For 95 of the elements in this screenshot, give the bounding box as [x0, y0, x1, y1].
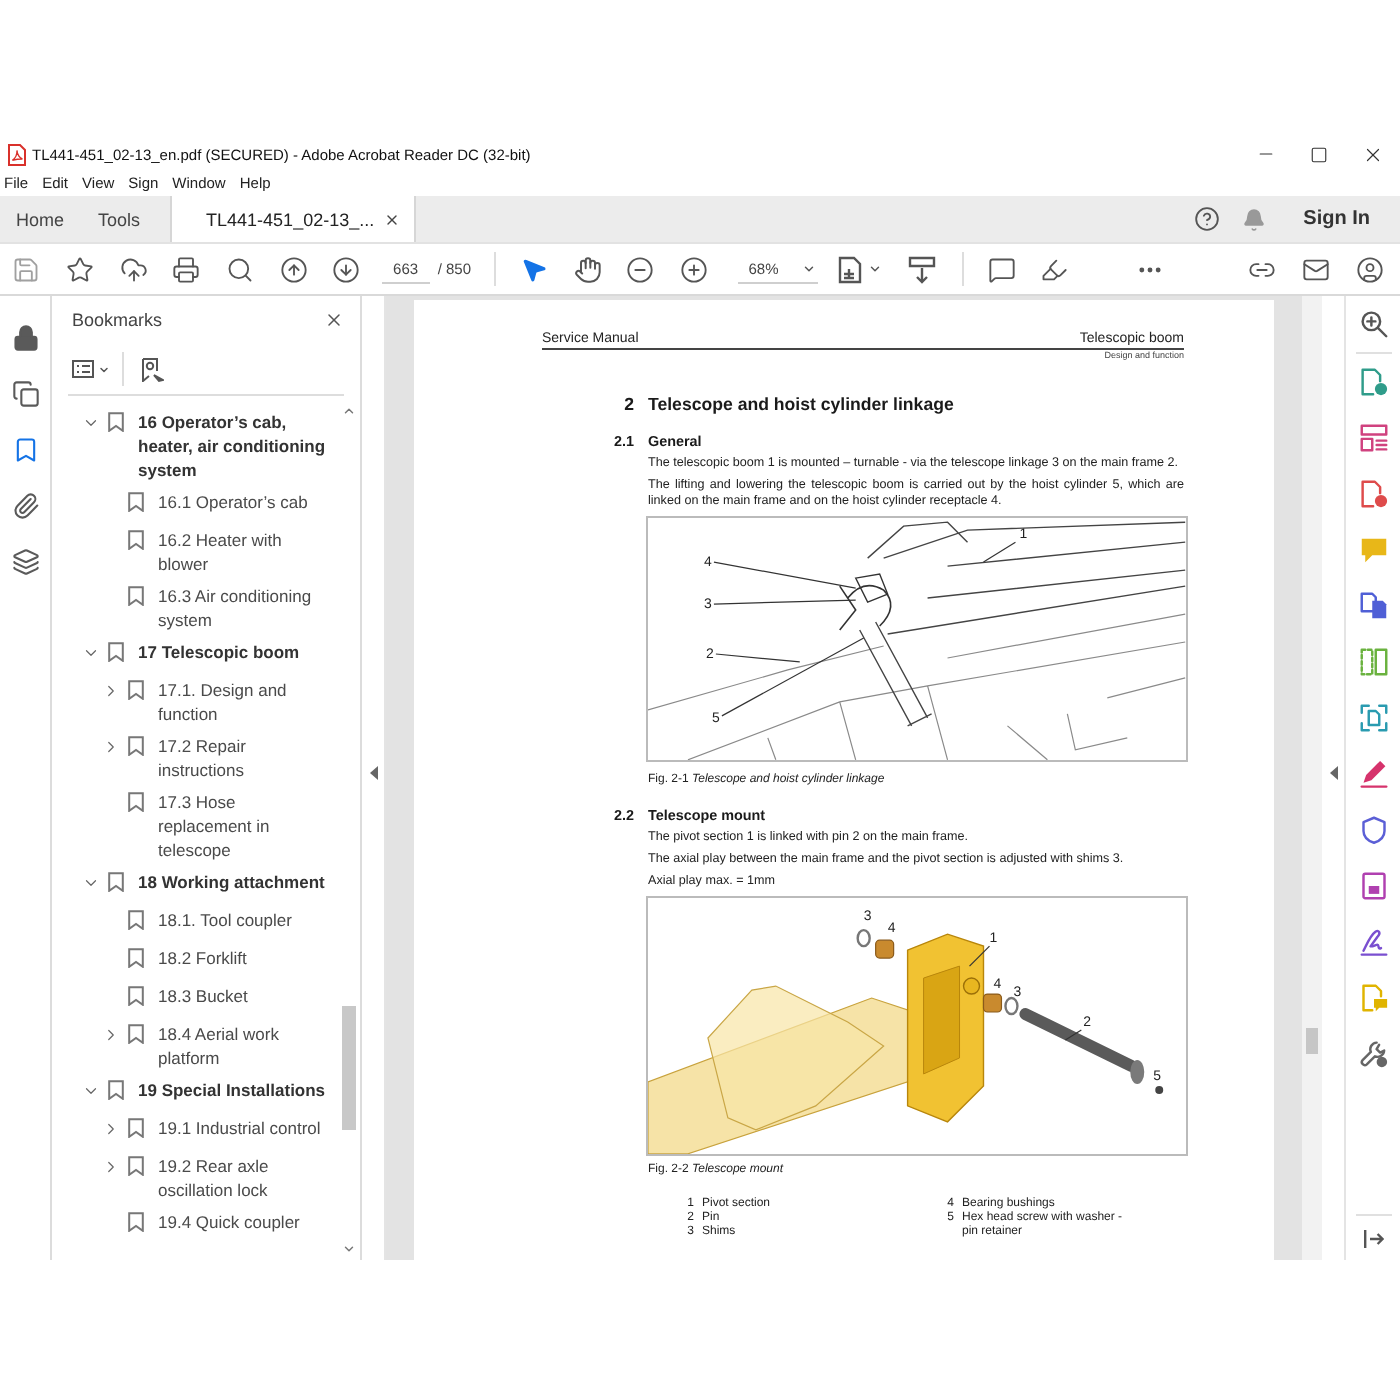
scroll-down-icon[interactable] — [341, 1242, 355, 1256]
documents-icon[interactable] — [1359, 592, 1387, 620]
bookmark-pointer-icon[interactable] — [142, 357, 164, 381]
bearing-bushing — [982, 993, 1003, 1013]
bookmark-link[interactable]: 19 Special Installations — [138, 1078, 330, 1102]
scrollbar-thumb[interactable] — [341, 1006, 355, 1130]
print-icon[interactable] — [172, 255, 201, 283]
bookmark-link[interactable]: 18.3 Bucket — [158, 984, 330, 1008]
chapter-number: 2 — [622, 394, 634, 414]
collapse-arrow-icon[interactable] — [369, 765, 377, 779]
search-icon[interactable] — [226, 255, 255, 283]
bookmark-icon — [108, 412, 124, 432]
wrench-icon[interactable] — [1359, 1040, 1387, 1068]
collapse-arrow-icon[interactable] — [1329, 765, 1337, 779]
document-badge-icon[interactable] — [1359, 368, 1387, 396]
mail-icon[interactable] — [1301, 255, 1330, 283]
leader-line — [713, 599, 857, 605]
cloud-upload-icon[interactable] — [119, 255, 148, 283]
bookmark-link[interactable]: 16 Operator’s cab, heater, air conditioning system — [138, 410, 330, 482]
bookmark-icon — [128, 1212, 144, 1232]
bookmark-link[interactable]: 18 Working attachment — [138, 870, 330, 894]
pin — [1019, 1008, 1145, 1084]
shield-icon[interactable] — [1359, 816, 1387, 844]
close-icon[interactable] — [1362, 143, 1384, 165]
tray-arrow-icon[interactable] — [908, 255, 937, 283]
help-icon[interactable] — [1193, 206, 1220, 232]
cylinder-receptacle — [854, 573, 889, 603]
leader-line — [1064, 1029, 1082, 1041]
leader-line — [713, 561, 857, 589]
caret-icon[interactable] — [868, 262, 883, 276]
layout-icon[interactable] — [1359, 424, 1387, 452]
form-icon[interactable] — [1359, 872, 1387, 900]
paperclip-icon[interactable] — [11, 492, 39, 520]
tab[interactable]: Tools — [82, 196, 159, 242]
scroll-up-icon[interactable] — [341, 404, 355, 418]
arrow-up-circle-icon[interactable] — [279, 255, 308, 283]
bookmark-link[interactable]: 16.3 Air conditioning system — [158, 584, 330, 632]
scan-icon[interactable] — [1359, 704, 1387, 732]
bookmark-link[interactable]: 16.2 Heater with blower — [158, 528, 330, 576]
bearing-bushing — [875, 939, 895, 959]
pages-icon[interactable] — [11, 380, 39, 408]
bookmark-link[interactable]: 19.1 Industrial control — [158, 1116, 330, 1140]
leader-line — [968, 945, 991, 967]
zoom-out-icon[interactable] — [626, 255, 655, 283]
user-icon[interactable] — [1355, 255, 1384, 283]
bookmark-link[interactable]: 19.4 Quick coupler — [158, 1210, 330, 1234]
sign-in-button[interactable]: Sign In — [1303, 208, 1370, 230]
hand-icon[interactable] — [573, 255, 602, 283]
caret-icon[interactable] — [802, 261, 817, 275]
shim-ring — [1004, 996, 1019, 1016]
layers-icon[interactable] — [11, 548, 39, 576]
zoom-in-icon[interactable] — [1359, 310, 1387, 338]
leader-line — [982, 541, 1017, 563]
two-panels-icon[interactable] — [1359, 648, 1387, 676]
tab[interactable]: Home — [0, 196, 83, 242]
bookmark-link[interactable]: 17.3 Hose replacement in telescope — [158, 790, 330, 862]
signature-icon[interactable] — [1359, 928, 1387, 956]
close-icon[interactable] — [384, 211, 401, 227]
telescope-linkage — [838, 584, 892, 631]
star-icon[interactable] — [66, 255, 95, 283]
page-icon[interactable] — [838, 255, 865, 283]
cursor-icon[interactable] — [519, 255, 548, 283]
maximize-icon[interactable] — [1310, 145, 1328, 163]
bookmark-link[interactable]: 17 Telescopic boom — [138, 640, 330, 664]
chapter-title: Telescope and hoist cylinder linkage — [648, 394, 956, 414]
comment-icon[interactable] — [988, 255, 1017, 283]
zoom-in-icon[interactable] — [679, 255, 708, 283]
close-icon[interactable] — [324, 310, 344, 330]
highlighter-icon[interactable] — [1040, 255, 1069, 283]
tab[interactable]: TL441-451_02-13_... — [170, 196, 417, 242]
arrow-down-circle-icon[interactable] — [332, 255, 361, 283]
bookmark-icon — [128, 586, 144, 606]
bookmark-link[interactable]: 18.4 Aerial work platform — [158, 1022, 330, 1070]
caret-icon[interactable] — [98, 363, 110, 375]
document-badge-icon[interactable] — [1359, 480, 1387, 508]
lock-icon[interactable] — [11, 324, 39, 352]
bookmark-icon — [128, 792, 144, 812]
scrollbar-thumb[interactable] — [1306, 1028, 1318, 1054]
pdf-file-icon — [8, 143, 26, 165]
save-icon[interactable] — [12, 255, 41, 283]
bookmark-link[interactable]: 16.1 Operator’s cab — [158, 490, 330, 514]
list-icon[interactable] — [72, 360, 94, 378]
bookmark-icon — [128, 736, 144, 756]
bookmark-icon[interactable] — [11, 436, 39, 464]
bookmark-link[interactable]: 17.1. Design and function — [158, 678, 330, 726]
hex-screw — [1155, 1085, 1164, 1094]
panel-expand-icon[interactable] — [1363, 1229, 1383, 1247]
bookmark-link[interactable]: 18.2 Forklift — [158, 946, 330, 970]
bookmark-link[interactable]: 17.2 Repair instructions — [158, 734, 330, 782]
bookmark-link[interactable]: 19.2 Rear axle oscillation lock — [158, 1154, 330, 1202]
bookmark-link[interactable]: 18.1. Tool coupler — [158, 908, 330, 932]
pen-icon[interactable] — [1359, 760, 1387, 788]
hoist-cylinder — [858, 621, 933, 727]
shim-ring — [856, 928, 871, 948]
panel-title: Bookmarks — [72, 310, 163, 330]
